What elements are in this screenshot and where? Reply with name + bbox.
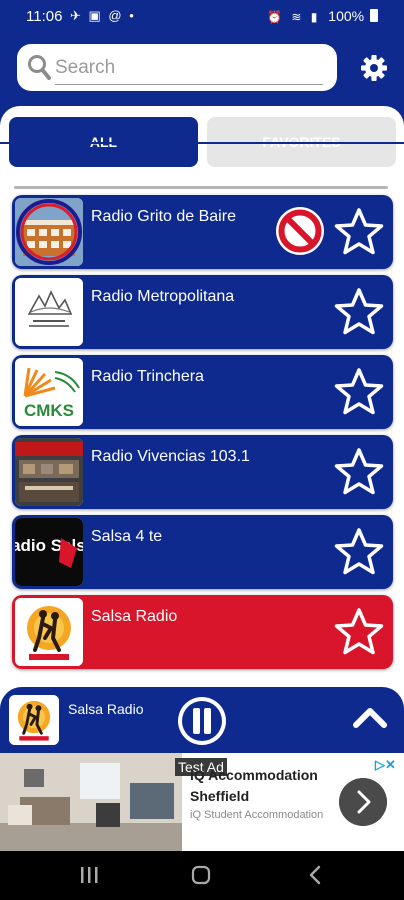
tab-divider bbox=[0, 142, 404, 144]
favorite-star-icon[interactable] bbox=[334, 367, 384, 417]
station-logo bbox=[15, 278, 83, 346]
station-card[interactable]: Radio Salsa Salsa 4 te bbox=[12, 515, 393, 589]
status-right: ⏰ ≋ ▮ 100% bbox=[267, 8, 378, 24]
chevron-right-icon[interactable] bbox=[339, 778, 387, 826]
favorite-star-icon[interactable] bbox=[334, 287, 384, 337]
ad-photo bbox=[0, 753, 182, 851]
notification-icons: ✈ ▣ @ • bbox=[70, 8, 136, 23]
ad-title: iQ Accommodation Sheffield bbox=[190, 767, 318, 804]
chevron-up-icon[interactable] bbox=[352, 705, 388, 729]
favorite-star-icon[interactable] bbox=[334, 527, 384, 577]
back-icon[interactable] bbox=[304, 864, 326, 886]
ad-banner[interactable]: Test Ad ▷✕ iQ Accommodation Sheffield iQ… bbox=[0, 753, 404, 851]
station-card[interactable]: Radio Grito de Baire bbox=[12, 195, 393, 269]
pause-icon[interactable] bbox=[176, 695, 228, 747]
search-input[interactable]: Search bbox=[17, 44, 337, 91]
blocked-icon[interactable] bbox=[274, 205, 326, 257]
station-name: Salsa Radio bbox=[91, 608, 178, 625]
search-placeholder: Search bbox=[55, 57, 116, 78]
favorite-star-icon[interactable] bbox=[334, 607, 384, 657]
now-playing-title: Salsa Radio bbox=[68, 701, 144, 717]
station-logo: Radio Salsa bbox=[15, 518, 83, 586]
station-card[interactable]: Radio Metropolitana bbox=[12, 275, 393, 349]
station-card-active[interactable]: Salsa Radio bbox=[12, 595, 393, 669]
station-logo bbox=[15, 438, 83, 506]
station-name: Radio Trinchera bbox=[91, 368, 204, 385]
station-card[interactable]: CMKS Radio Trinchera bbox=[12, 355, 393, 429]
search-icon bbox=[28, 55, 51, 80]
station-card[interactable]: Radio Vivencias 103.1 bbox=[12, 435, 393, 509]
cmks-logo-text: CMKS bbox=[24, 401, 74, 420]
station-logo bbox=[15, 198, 83, 266]
battery-level: 100% bbox=[328, 8, 365, 24]
station-list[interactable]: Radio Grito de Baire Radio Metropolitana bbox=[0, 176, 404, 678]
favorite-star-icon[interactable] bbox=[334, 207, 384, 257]
system-nav-bar bbox=[0, 851, 404, 900]
tab-bar: ALL FAVORITES bbox=[0, 106, 404, 176]
now-playing-bar[interactable]: Salsa Radio bbox=[0, 687, 404, 753]
status-time: 11:06 bbox=[26, 8, 63, 25]
battery-icon bbox=[370, 9, 378, 22]
adchoices-icon[interactable]: ▷✕ bbox=[375, 757, 396, 773]
status-bar: 11:06 ✈ ▣ @ • ⏰ ≋ ▮ 100% bbox=[0, 0, 404, 34]
system-icons: ⏰ ≋ ▮ bbox=[267, 10, 321, 24]
station-name: Radio Vivencias 103.1 bbox=[91, 448, 250, 465]
scroll-edge bbox=[14, 186, 388, 189]
app-header: Search ALL FAVORITES bbox=[0, 34, 404, 176]
favorite-star-icon[interactable] bbox=[334, 447, 384, 497]
search-underline bbox=[55, 84, 323, 85]
station-name: Radio Metropolitana bbox=[91, 288, 235, 305]
station-logo bbox=[15, 598, 83, 666]
station-name: Radio Grito de Baire bbox=[91, 208, 236, 225]
ad-subtitle: iQ Student Accommodation bbox=[190, 809, 324, 821]
now-playing-logo bbox=[9, 695, 59, 745]
recent-apps-icon[interactable] bbox=[78, 864, 100, 886]
home-icon[interactable] bbox=[190, 864, 212, 886]
settings-gear-icon[interactable] bbox=[360, 54, 388, 82]
station-logo: CMKS bbox=[15, 358, 83, 426]
station-name: Salsa 4 te bbox=[91, 528, 163, 545]
